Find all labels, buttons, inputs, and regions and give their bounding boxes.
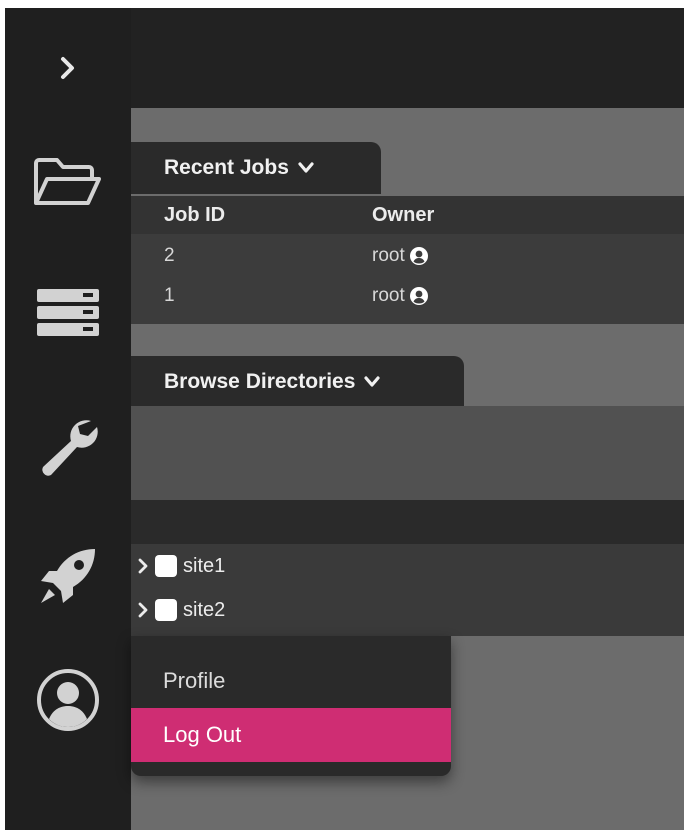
tree-item-site1[interactable]: site1 [137, 548, 225, 584]
recent-jobs-tab[interactable]: Recent Jobs [131, 142, 381, 194]
user-circle-icon [37, 669, 99, 731]
chevron-right-icon[interactable] [137, 557, 149, 575]
site2-checkbox[interactable] [155, 599, 177, 621]
job-id-cell: 2 [164, 245, 175, 266]
browse-panel [131, 406, 684, 500]
rail-item-tools[interactable] [5, 408, 131, 484]
browse-toolbar [131, 500, 684, 544]
menu-item-profile[interactable]: Profile [131, 654, 451, 708]
job-id-cell: 1 [164, 285, 175, 306]
user-menu: Profile Log Out [131, 636, 451, 776]
rail-item-files[interactable] [5, 148, 131, 218]
owner-cell: root [372, 238, 429, 274]
tree-item-label: site2 [183, 598, 226, 621]
rail-item-launch[interactable] [5, 538, 131, 614]
user-icon [409, 247, 428, 265]
directory-tree: site1 site2 [131, 544, 684, 636]
folder-open-icon [34, 158, 101, 205]
column-header-owner[interactable]: Owner [372, 196, 434, 234]
chevron-right-icon[interactable] [137, 601, 149, 619]
tree-item-site2[interactable]: site2 [137, 592, 225, 628]
user-icon [409, 287, 428, 305]
top-bar [131, 8, 684, 108]
app-window: Recent Jobs Job ID Owner 2 root 1 root B… [5, 8, 684, 830]
left-nav-rail [5, 8, 131, 830]
rail-item-clusters[interactable] [5, 278, 131, 348]
owner-cell: root [372, 278, 429, 314]
jobs-table-body: 2 root 1 root [131, 234, 684, 324]
chevron-right-icon [61, 57, 74, 79]
browse-directories-tab[interactable]: Browse Directories [131, 356, 464, 408]
rocket-icon [41, 549, 95, 603]
jobs-table-header: Job ID Owner [131, 196, 684, 234]
menu-item-log-out[interactable]: Log Out [131, 708, 451, 762]
column-header-job-id[interactable]: Job ID [164, 196, 225, 234]
browse-directories-tab-label: Browse Directories [164, 370, 356, 393]
rail-item-account[interactable] [5, 662, 131, 738]
site1-checkbox[interactable] [155, 555, 177, 577]
owner-name: root [372, 245, 405, 266]
expand-nav-button[interactable] [5, 48, 131, 88]
chevron-down-icon [297, 161, 315, 175]
tree-item-label: site1 [183, 554, 226, 577]
wrench-icon [42, 420, 98, 476]
recent-jobs-tab-label: Recent Jobs [164, 156, 289, 179]
owner-name: root [372, 285, 405, 306]
chevron-down-icon [363, 375, 381, 389]
server-stack-icon [37, 289, 99, 336]
